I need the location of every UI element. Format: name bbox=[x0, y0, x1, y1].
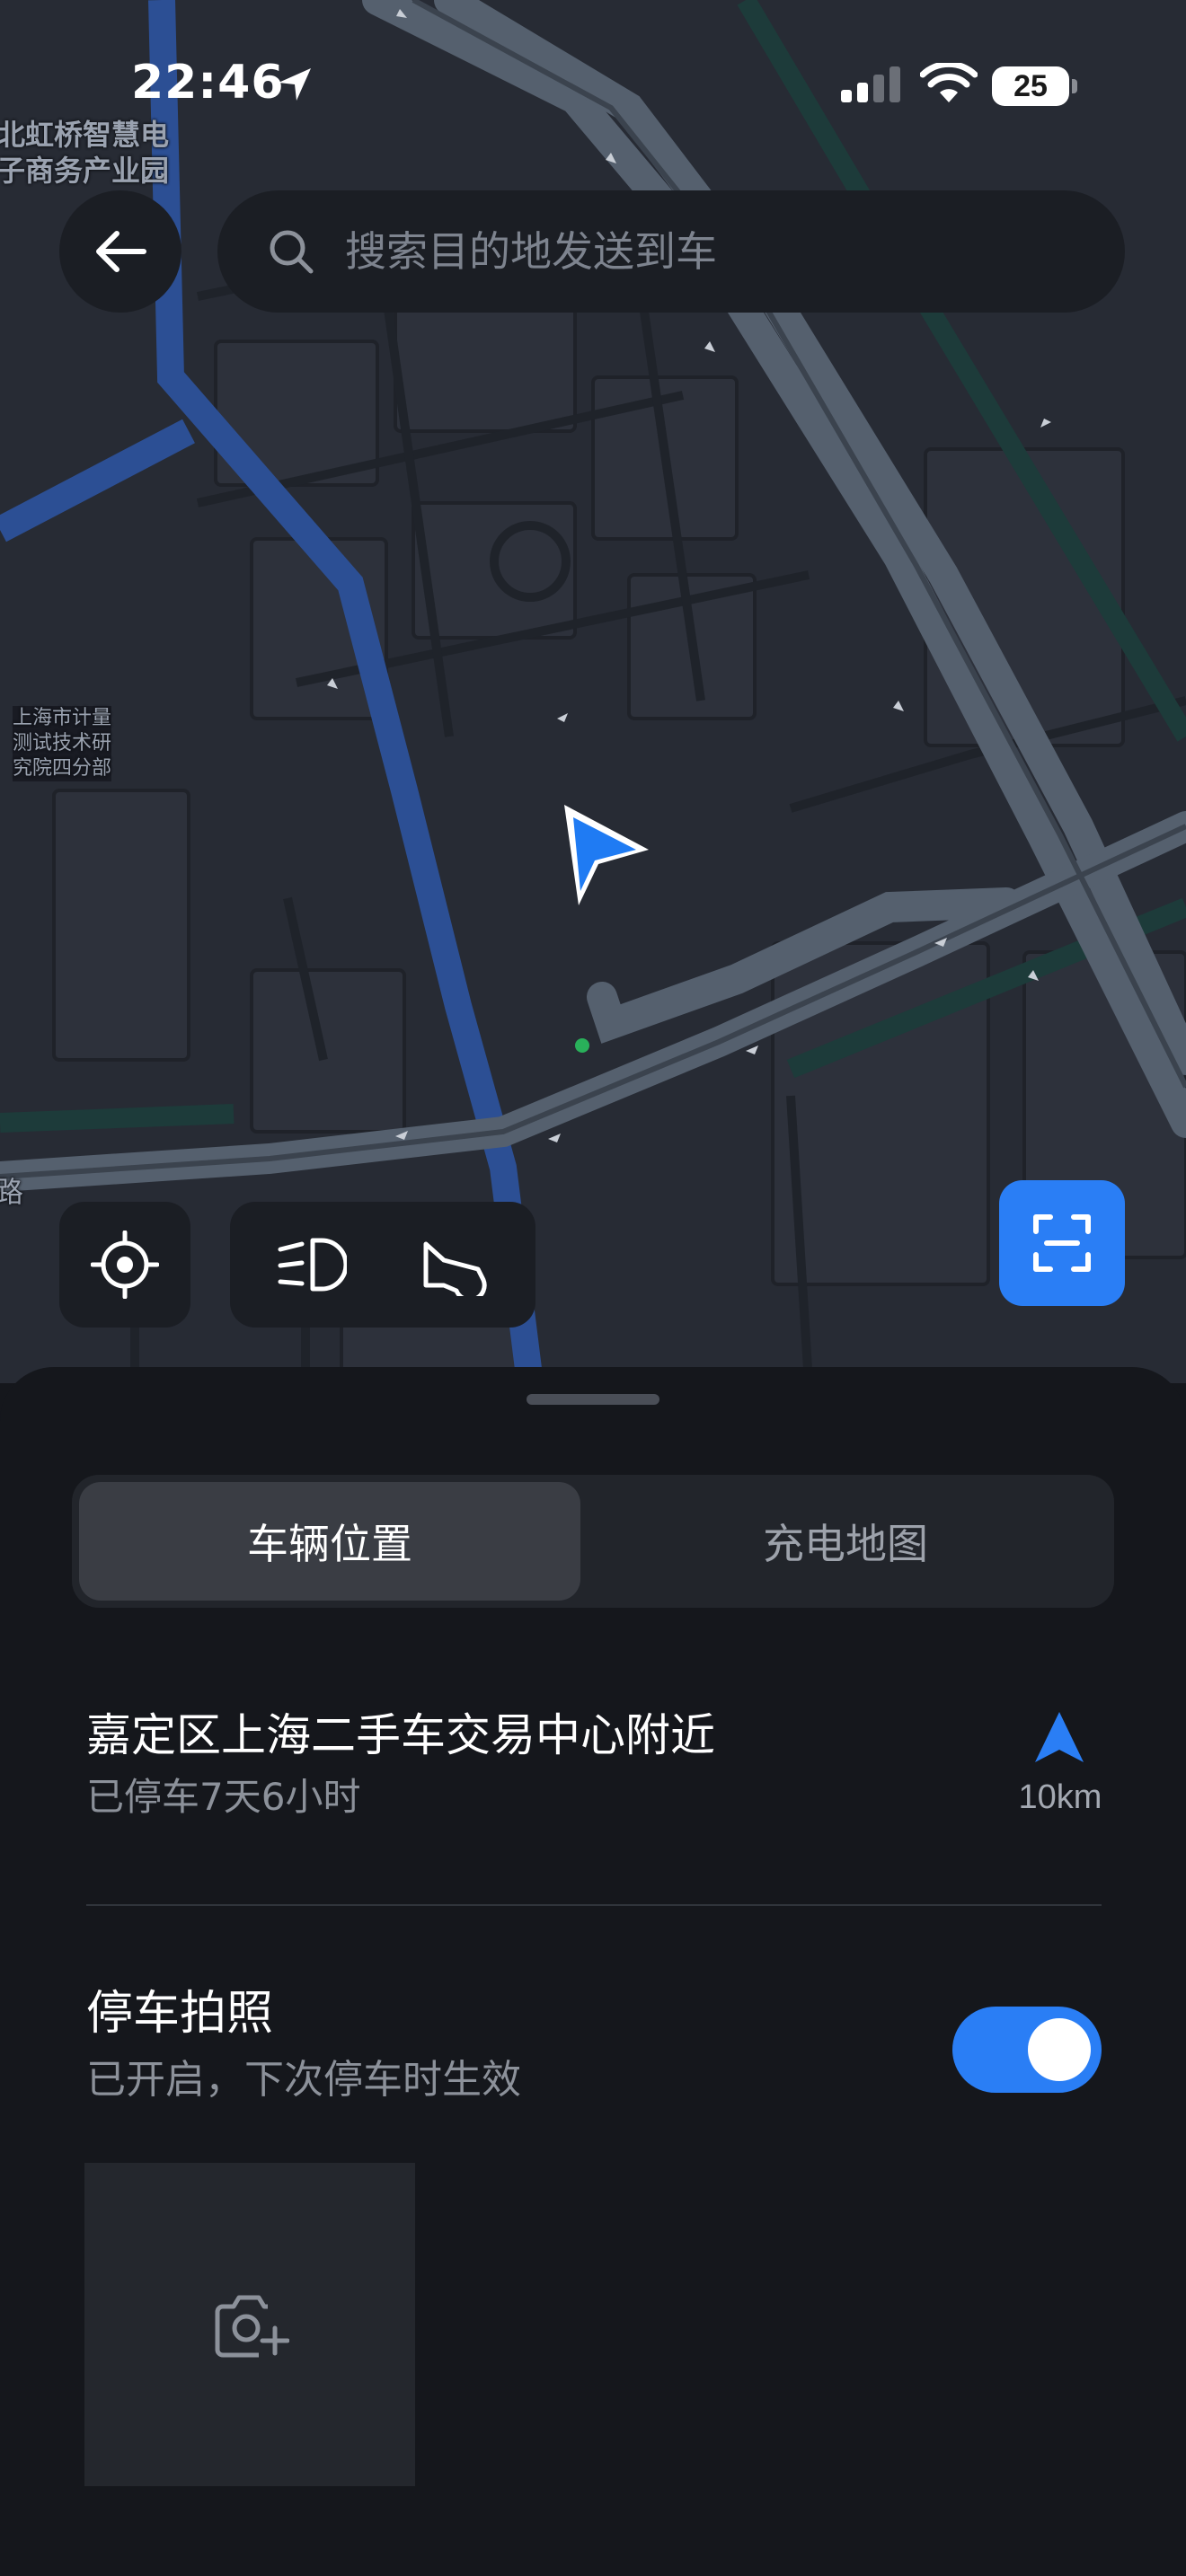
bottom-sheet: 车辆位置 充电地图 嘉定区上海二手车交易中心附近 已停车7天6小时 10km 停… bbox=[0, 1367, 1186, 2576]
distance-text: 10km bbox=[1018, 1778, 1102, 1816]
parking-photo-toggle[interactable] bbox=[952, 2007, 1102, 2093]
vehicle-control-group bbox=[230, 1202, 535, 1328]
toggle-knob bbox=[1028, 2018, 1091, 2081]
parking-photo-title: 停车拍照 bbox=[86, 1987, 274, 2041]
vehicle-location-text: 嘉定区上海二手车交易中心附近 bbox=[86, 1709, 715, 1761]
divider bbox=[86, 1904, 1102, 1906]
scan-button[interactable] bbox=[999, 1180, 1125, 1306]
back-button[interactable] bbox=[59, 190, 181, 313]
locate-button[interactable] bbox=[59, 1202, 190, 1328]
battery-indicator: 25 bbox=[992, 66, 1069, 106]
cellular-signal-icon bbox=[841, 66, 900, 102]
map-label-road: 路 bbox=[0, 1175, 24, 1209]
scan-icon bbox=[1033, 1214, 1091, 1272]
search-placeholder: 搜索目的地发送到车 bbox=[345, 227, 717, 276]
horn-icon bbox=[423, 1241, 487, 1296]
crosshair-icon bbox=[91, 1231, 159, 1299]
search-icon bbox=[270, 230, 314, 274]
map-label-institute: 上海市计量 测试技术研 究院四分部 bbox=[13, 706, 112, 781]
battery-tip bbox=[1072, 79, 1077, 93]
camera-plus-icon bbox=[215, 2295, 289, 2358]
segmented-control: 车辆位置 充电地图 bbox=[72, 1475, 1114, 1608]
headlight-button[interactable] bbox=[257, 1220, 365, 1310]
status-bar: 22:46 25 bbox=[0, 0, 1186, 171]
battery-level: 25 bbox=[1013, 68, 1048, 103]
tab-charging-map[interactable]: 充电地图 bbox=[584, 1482, 1107, 1601]
status-time: 22:46 bbox=[131, 56, 285, 110]
tab-vehicle-location[interactable]: 车辆位置 bbox=[79, 1482, 580, 1601]
horn-button[interactable] bbox=[401, 1220, 509, 1310]
location-services-icon bbox=[279, 68, 311, 101]
parking-photo-placeholder[interactable] bbox=[84, 2163, 415, 2486]
drag-handle[interactable] bbox=[527, 1394, 659, 1405]
wifi-icon bbox=[920, 63, 978, 102]
parked-duration-text: 已停车7天6小时 bbox=[86, 1775, 361, 1819]
navigation-arrow-icon[interactable] bbox=[1030, 1708, 1089, 1768]
arrow-left-icon bbox=[96, 231, 146, 272]
headlight-icon bbox=[278, 1238, 347, 1292]
search-input[interactable]: 搜索目的地发送到车 bbox=[217, 190, 1125, 313]
parking-photo-status: 已开启，下次停车时生效 bbox=[86, 2057, 521, 2103]
parking-dot bbox=[575, 1038, 589, 1053]
